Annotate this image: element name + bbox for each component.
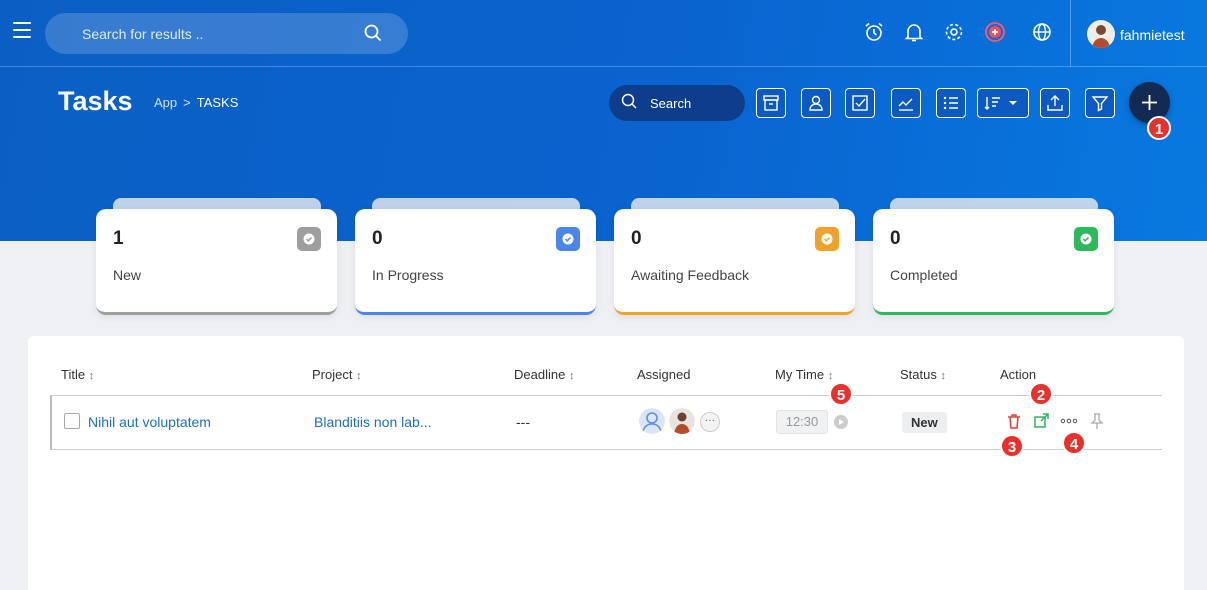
upload-icon [1047, 95, 1063, 111]
stat-card-awaiting-feedback[interactable]: 0 Awaiting Feedback [614, 209, 855, 315]
status-badge[interactable]: New [902, 412, 947, 433]
header-label: Assigned [637, 367, 691, 382]
top-divider [1070, 0, 1071, 67]
stat-label: Awaiting Feedback [631, 267, 750, 283]
sort-dropdown-button[interactable] [977, 88, 1029, 118]
stat-count: 0 [372, 228, 383, 249]
tasks-table-panel: Title ↕ Project ↕ Deadline ↕ Assigned My… [28, 336, 1184, 590]
column-header-action: Action [1000, 367, 1036, 382]
external-link-icon[interactable] [1032, 412, 1050, 430]
search-placeholder: Search for results .. [82, 26, 204, 42]
gear-icon[interactable] [942, 20, 966, 44]
avatar [1087, 20, 1115, 48]
breadcrumb: App > TASKS [154, 95, 238, 110]
trash-icon[interactable] [1005, 412, 1023, 430]
annotation-badge-4: 4 [1062, 431, 1086, 455]
search-icon [621, 93, 637, 109]
user-icon [809, 95, 823, 111]
sort-icon: ↕ [940, 370, 946, 382]
stat-label: New [113, 267, 142, 283]
header-label: Status [900, 367, 937, 382]
header-label: My Time [775, 367, 825, 382]
check-circle-icon [1074, 227, 1098, 251]
bell-icon[interactable] [902, 20, 926, 44]
filter-button[interactable] [1085, 88, 1115, 118]
column-header-deadline[interactable]: Deadline ↕ [514, 367, 574, 382]
assignee-avatar[interactable] [669, 408, 695, 434]
more-options-icon[interactable] [1060, 412, 1078, 430]
task-search-button[interactable]: Search [609, 85, 745, 121]
check-circle-icon [815, 227, 839, 251]
stat-count: 0 [890, 228, 901, 249]
stat-label: Completed [890, 267, 958, 283]
stat-label: In Progress [372, 267, 444, 283]
column-header-my-time[interactable]: My Time ↕ [775, 367, 833, 382]
chart-button[interactable] [891, 88, 921, 118]
stat-card-in-progress[interactable]: 0 In Progress [355, 209, 596, 315]
header-label: Action [1000, 367, 1037, 382]
row-checkbox[interactable] [64, 413, 80, 429]
header-label: Title [61, 367, 86, 382]
column-header-status[interactable]: Status ↕ [900, 367, 946, 382]
header-label: Project [312, 367, 353, 382]
annotation-badge-1: 1 [1147, 116, 1171, 140]
column-header-project[interactable]: Project ↕ [312, 367, 362, 382]
check-circle-icon [297, 227, 321, 251]
check-circle-icon [556, 227, 580, 251]
top-bar: Search for results .. fahmietest [0, 0, 1207, 67]
filter-icon [1091, 96, 1109, 112]
start-timer-icon[interactable] [834, 415, 848, 429]
menu-icon[interactable] [13, 22, 31, 38]
annotation-badge-5: 5 [829, 382, 853, 406]
sort-icon: ↕ [356, 370, 362, 382]
archive-button[interactable] [756, 88, 786, 118]
checkbox-icon [852, 95, 868, 111]
deadline-value: --- [516, 414, 530, 430]
row-divider [50, 449, 1162, 450]
task-title-link[interactable]: Nihil aut voluptatem [88, 414, 211, 430]
breadcrumb-root[interactable]: App [154, 95, 177, 110]
assignee-avatar-placeholder[interactable] [639, 408, 665, 434]
archive-icon [763, 95, 779, 111]
chart-line-icon [898, 98, 913, 111]
annotation-badge-2: 2 [1029, 382, 1053, 406]
project-link[interactable]: Blanditiis non lab... [314, 414, 432, 430]
search-label: Search [650, 96, 692, 111]
table-row: Nihil aut voluptatem Blanditiis non lab.… [50, 396, 1162, 450]
sort-icon: ↕ [827, 370, 834, 382]
breadcrumb-separator: > [183, 95, 191, 110]
search-icon[interactable] [364, 24, 382, 47]
global-search-input[interactable]: Search for results .. [45, 13, 408, 54]
my-time-input[interactable]: 12:30 [776, 410, 828, 434]
assignee-filter-button[interactable] [801, 88, 831, 118]
annotation-badge-3: 3 [1000, 434, 1024, 458]
username: fahmietest [1120, 27, 1185, 43]
pin-icon[interactable] [1088, 412, 1106, 430]
sort-dropdown-icon [984, 97, 1017, 110]
page-title: Tasks [58, 86, 133, 116]
stat-count: 0 [631, 228, 642, 249]
more-assignees-button[interactable]: ··· [700, 412, 720, 432]
sort-icon: ↕ [88, 370, 95, 382]
list-icon [943, 96, 958, 110]
export-button[interactable] [1040, 88, 1070, 118]
checklist-button[interactable] [845, 88, 875, 118]
column-header-title[interactable]: Title ↕ [61, 367, 94, 382]
add-circle-icon[interactable] [982, 20, 1006, 44]
stat-card-new[interactable]: 1 New [96, 209, 337, 315]
stat-count: 1 [113, 228, 124, 249]
header-label: Deadline [514, 367, 566, 382]
column-header-assigned: Assigned [637, 367, 690, 382]
alarm-clock-icon[interactable] [862, 20, 886, 44]
globe-icon[interactable] [1030, 20, 1054, 44]
breadcrumb-current: TASKS [196, 95, 239, 110]
list-view-button[interactable] [936, 88, 966, 118]
stat-card-completed[interactable]: 0 Completed [873, 209, 1114, 315]
sort-icon: ↕ [568, 370, 575, 382]
